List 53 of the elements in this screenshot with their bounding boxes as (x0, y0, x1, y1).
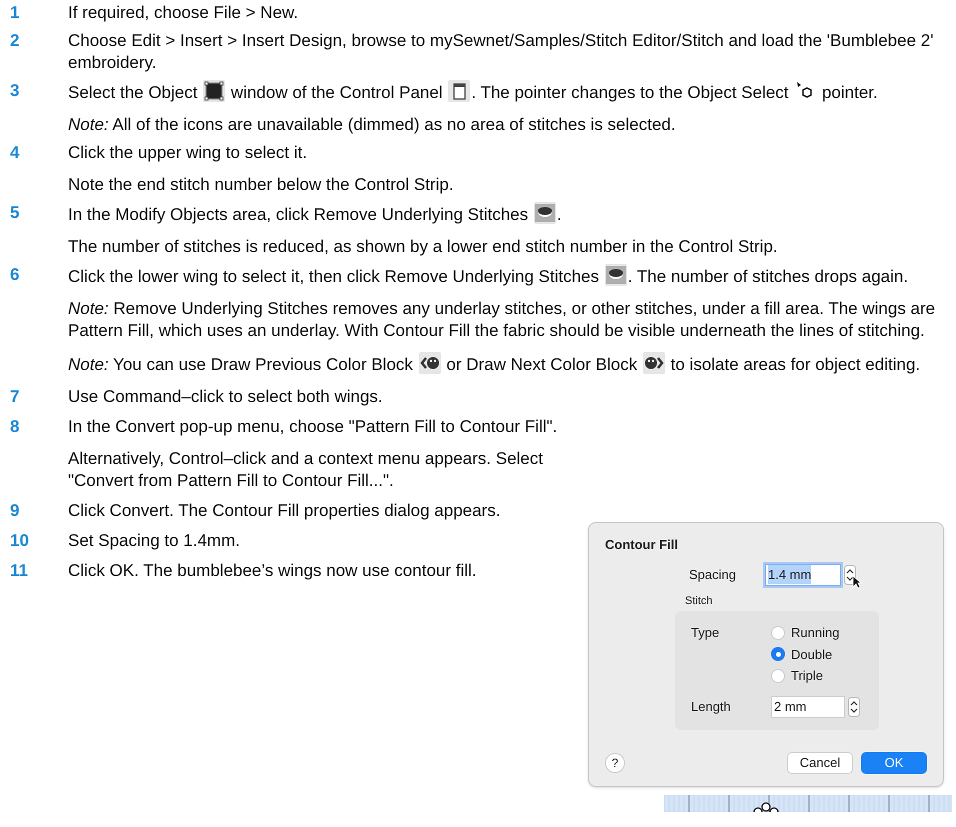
step-number: 4 (9, 142, 20, 164)
object-window-icon (203, 80, 226, 102)
step-text: In the Convert pop-up menu, choose "Pattern Fill to Contour Fill". (68, 416, 558, 438)
step-number: 7 (9, 386, 20, 408)
remove-stitches-icon (604, 264, 627, 286)
step-number: 11 (9, 560, 29, 582)
value-field[interactable]: 1.4 mm (765, 564, 841, 586)
radio-button[interactable] (771, 626, 785, 640)
step-text: Choose Edit > Insert > Insert Design, browse to mySewnet/Samples/Stitch Editor/Stitch and load the 'Bumblebee 2' embroidery. (68, 30, 934, 74)
value-field[interactable]: 2 mm (771, 696, 845, 718)
step-number: 1 (9, 2, 20, 24)
field-label: Spacing (689, 566, 737, 584)
step-text: In the Modify Objects area, click Remove Underlying Stitches . (68, 202, 778, 226)
step-text: Note: Remove Underlying Stitches removes any underlay stitches, or other stitches, under a fill area. The wings are Pattern Fill, which uses an underlay. With Contour Fill the fabric should be visible underneath the lines of stitching. (68, 298, 936, 342)
previous-color-block-icon (418, 352, 441, 374)
step-text: Note the end stitch number below the Control Strip. (68, 174, 454, 196)
step-text: Note: You can use Draw Previous Color Block or Draw Next Color Block to isolate areas for object editing. (68, 352, 952, 376)
step-number: 6 (9, 264, 20, 286)
step-text: Select the Object window of the Control Panel . The pointer changes to the Object Select pointer. (68, 80, 878, 104)
radio-button[interactable] (771, 668, 785, 683)
step-number: 3 (9, 80, 20, 102)
group-label: Stitch (685, 594, 714, 608)
step-text: Click the upper wing to select it. (68, 142, 308, 164)
radio-label: Triple (791, 667, 824, 685)
step-text: Note: All of the icons are unavailable (dimmed) as no area of stitches is selected. (68, 114, 677, 136)
remove-stitches-icon (534, 202, 556, 224)
cancel-button[interactable]: Cancel (787, 752, 853, 774)
next-color-block-icon (642, 352, 665, 374)
help-button[interactable]: ? (605, 752, 625, 772)
radio-label: Double (791, 646, 832, 664)
mouse-cursor-icon (852, 574, 862, 588)
radio-button[interactable] (771, 647, 785, 662)
stepper-icon[interactable] (844, 564, 856, 584)
step-text: Set Spacing to 1.4mm. (68, 530, 240, 552)
field-label: Type (691, 624, 720, 642)
step-number: 8 (9, 416, 20, 438)
dialog-title: Contour Fill (605, 536, 679, 554)
step-number: 10 (9, 530, 30, 552)
step-number: 5 (9, 202, 20, 224)
step-text: Click the lower wing to select it, then click Remove Underlying Stitches . The number of stitches drops again. (68, 264, 952, 288)
step-text: If required, choose File > New. (68, 2, 298, 24)
step-number: 2 (9, 30, 20, 52)
step-text: Click OK. The bumblebee’s wings now use contour fill. (68, 560, 477, 582)
panel-icon (448, 80, 470, 102)
ok-button[interactable]: OK (861, 752, 927, 774)
step-text: Use Command–click to select both wings. (68, 386, 383, 408)
step-number: 9 (9, 500, 20, 522)
field-label: Length (691, 698, 732, 716)
step-text: Alternatively, Control–click and a context menu appears. Select "Convert from Pattern Fill to Contour Fill...". (68, 448, 544, 492)
step-text: The number of stitches is reduced, as shown by a lower end stitch number in the Control Strip. (68, 236, 778, 258)
step-text: Click Convert. The Contour Fill properties dialog appears. (68, 500, 500, 522)
radio-label: Running (791, 624, 840, 642)
stepper-icon[interactable] (848, 696, 860, 716)
